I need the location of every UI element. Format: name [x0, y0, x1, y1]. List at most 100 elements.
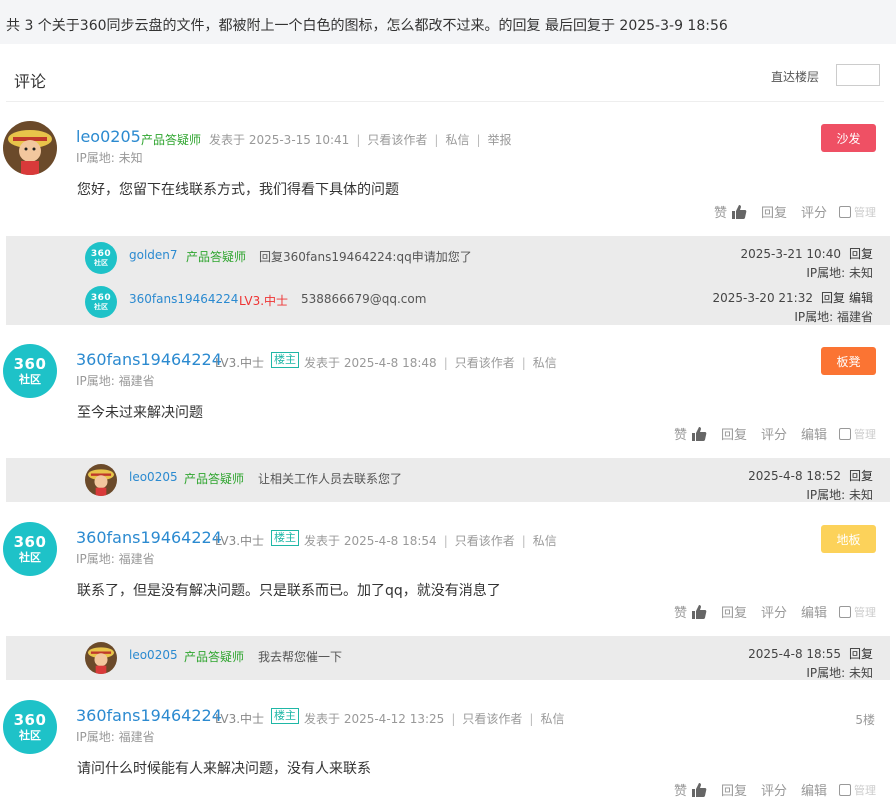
thumbs-up-icon[interactable]: [691, 426, 707, 442]
user-level: LV3.中士: [215, 712, 265, 726]
reply-edit-link[interactable]: 编辑: [849, 291, 873, 305]
post-username[interactable]: leo0205: [76, 127, 141, 146]
manage-label: 管理: [854, 205, 876, 219]
post-actions: 赞 回复 评分 编辑 管理: [674, 602, 876, 621]
floor-tag-floor: 地板: [821, 525, 876, 553]
floor-tag-sofa: 沙发: [821, 124, 876, 152]
reply-button[interactable]: 回复: [721, 424, 747, 443]
reply-time: 2025-3-21 10:40: [740, 247, 841, 261]
only-author-link[interactable]: 只看该作者: [367, 133, 427, 147]
edit-button[interactable]: 编辑: [801, 602, 827, 621]
thread-info-bar: 共 3 个关于360同步云盘的文件，都被附上一个白色的图标，怎么都改不过来。的回…: [0, 0, 896, 44]
post-username[interactable]: 360fans19464224: [76, 706, 222, 725]
reply-ip: IP属地: 未知: [806, 666, 873, 680]
avatar-360fans19464224[interactable]: 360 社区: [85, 286, 117, 318]
message-link[interactable]: 私信: [533, 534, 557, 548]
reply-reply-link[interactable]: 回复: [849, 647, 873, 661]
rate-button[interactable]: 评分: [761, 424, 787, 443]
reply-meta: 2025-3-20 21:32 回复 编辑: [712, 289, 873, 306]
post-actions: 赞 回复 评分 编辑 管理: [674, 780, 876, 799]
report-link[interactable]: 举报: [488, 133, 512, 147]
post-meta: 发表于 2025-3-15 10:41 | 只看该作者 | 私信 | 举报: [209, 133, 512, 147]
message-link[interactable]: 私信: [540, 712, 564, 726]
avatar-360fans19464224[interactable]: 360 社区: [3, 700, 57, 754]
reply-text: 让相关工作人员去联系您了: [258, 472, 403, 486]
jump-floor-input[interactable]: [836, 64, 880, 86]
thread-info-text: 共 3 个关于360同步云盘的文件，都被附上一个白色的图标，怎么都改不过来。的回…: [6, 18, 728, 34]
floor-number: 5楼: [855, 713, 875, 727]
rate-button[interactable]: 评分: [761, 780, 787, 799]
thumbs-up-icon[interactable]: [731, 204, 747, 220]
post-time: 发表于 2025-4-8 18:48: [304, 356, 437, 370]
post-username[interactable]: 360fans19464224: [76, 528, 222, 547]
reply-user-level: LV3.中士: [239, 294, 289, 308]
post-actions: 赞 回复 评分 编辑 管理: [674, 424, 876, 443]
reply-username[interactable]: 360fans19464224: [129, 292, 238, 306]
reply-reply-link[interactable]: 回复: [849, 469, 873, 483]
like-label[interactable]: 赞: [714, 202, 727, 221]
message-link[interactable]: 私信: [533, 356, 557, 370]
like-label[interactable]: 赞: [674, 424, 687, 443]
manage-checkbox[interactable]: [839, 605, 851, 618]
reply-button[interactable]: 回复: [721, 602, 747, 621]
op-badge: 楼主: [271, 352, 299, 368]
op-badge: 楼主: [271, 708, 299, 724]
reply-text: 回复360fans19464224:qq申请加您了: [259, 250, 472, 264]
post-time: 发表于 2025-4-8 18:54: [304, 534, 437, 548]
post-username[interactable]: 360fans19464224: [76, 350, 222, 369]
avatar-360fans19464224[interactable]: 360 社区: [3, 522, 57, 576]
message-link[interactable]: 私信: [445, 133, 469, 147]
post-actions: 赞 回复 评分 管理: [714, 202, 876, 221]
manage-label: 管理: [854, 783, 876, 797]
post-content: 至今未过来解决问题: [77, 405, 203, 421]
reply-user-role: 产品答疑师: [184, 472, 245, 486]
reply-user-role: 产品答疑师: [186, 250, 247, 264]
manage-label: 管理: [854, 427, 876, 441]
user-level: LV3.中士: [215, 356, 265, 370]
manage-checkbox[interactable]: [839, 205, 851, 218]
post-time: 发表于 2025-3-15 10:41: [209, 133, 350, 147]
reply-reply-link[interactable]: 回复: [821, 291, 845, 305]
reply-username[interactable]: leo0205: [129, 470, 178, 484]
avatar-leo0205[interactable]: [85, 464, 117, 496]
avatar-leo0205[interactable]: [3, 121, 57, 175]
like-label[interactable]: 赞: [674, 602, 687, 621]
reply-reply-link[interactable]: 回复: [849, 247, 873, 261]
edit-button[interactable]: 编辑: [801, 424, 827, 443]
rate-button[interactable]: 评分: [761, 602, 787, 621]
rate-button[interactable]: 评分: [801, 202, 827, 221]
only-author-link[interactable]: 只看该作者: [455, 534, 515, 548]
avatar-360fans19464224[interactable]: 360 社区: [3, 344, 57, 398]
reply-ip: IP属地: 福建省: [794, 310, 873, 324]
comments-title: 评论: [14, 72, 47, 91]
post-content: 请问什么时候能有人来解决问题，没有人来联系: [77, 761, 371, 777]
only-author-link[interactable]: 只看该作者: [455, 356, 515, 370]
edit-button[interactable]: 编辑: [801, 780, 827, 799]
reply-button[interactable]: 回复: [721, 780, 747, 799]
post-time: 发表于 2025-4-12 13:25: [304, 712, 445, 726]
reply-ip: IP属地: 未知: [806, 488, 873, 502]
post-ip: IP属地: 福建省: [76, 730, 155, 744]
manage-checkbox[interactable]: [839, 783, 851, 796]
post-meta: 发表于 2025-4-8 18:54 | 只看该作者 | 私信: [304, 534, 557, 548]
jump-floor-label: 直达楼层: [771, 70, 820, 84]
reply-username[interactable]: golden7: [129, 248, 178, 262]
reply-time: 2025-4-8 18:52: [748, 469, 841, 483]
reply-button[interactable]: 回复: [761, 202, 787, 221]
only-author-link[interactable]: 只看该作者: [462, 712, 522, 726]
thumbs-up-icon[interactable]: [691, 604, 707, 620]
user-role: 产品答疑师: [141, 133, 202, 147]
thumbs-up-icon[interactable]: [691, 782, 707, 798]
avatar-leo0205[interactable]: [85, 642, 117, 674]
reply-username[interactable]: leo0205: [129, 648, 178, 662]
avatar-golden7[interactable]: 360 社区: [85, 242, 117, 274]
post-content: 联系了，但是没有解决问题。只是联系而已。加了qq，就没有消息了: [77, 583, 501, 599]
like-label[interactable]: 赞: [674, 780, 687, 799]
post-meta: 发表于 2025-4-8 18:48 | 只看该作者 | 私信: [304, 356, 557, 370]
reply-meta: 2025-3-21 10:40 回复: [740, 245, 873, 262]
divider: [6, 101, 884, 102]
manage-checkbox[interactable]: [839, 427, 851, 440]
post-meta: 发表于 2025-4-12 13:25 | 只看该作者 | 私信: [304, 712, 565, 726]
op-badge: 楼主: [271, 530, 299, 546]
reply-user-role: 产品答疑师: [184, 650, 245, 664]
